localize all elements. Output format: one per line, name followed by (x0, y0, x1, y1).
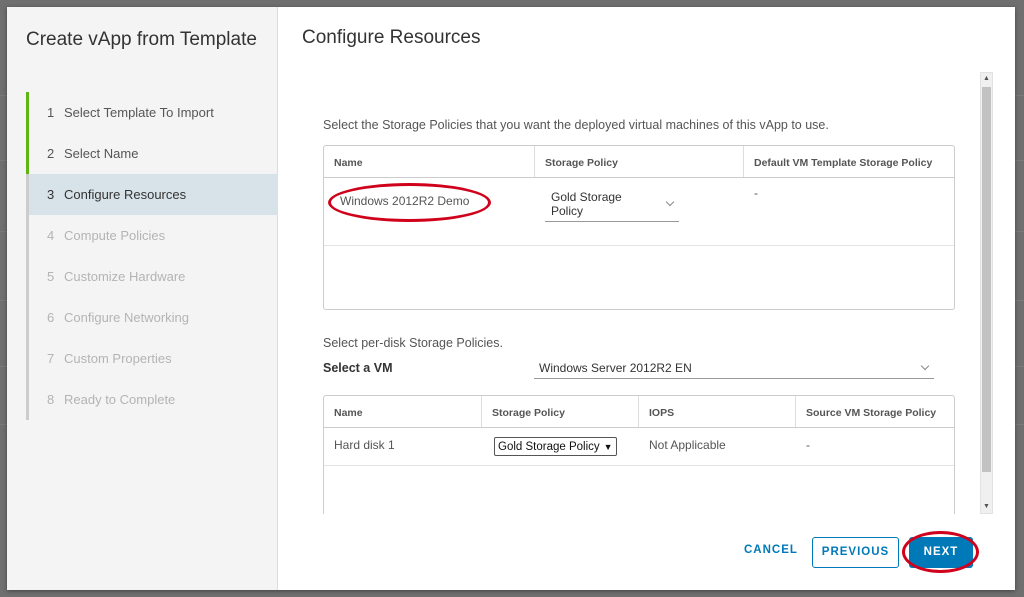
step-ready-to-complete: 8 Ready to Complete (26, 379, 278, 420)
step-label: Select Name (64, 146, 139, 161)
scrollbar-thumb[interactable] (982, 87, 991, 472)
step-compute-policies: 4 Compute Policies (26, 215, 278, 256)
step-number: 7 (47, 351, 55, 366)
step-select-template[interactable]: 1 Select Template To Import (26, 92, 278, 133)
disk-name-cell: Hard disk 1 (334, 438, 395, 452)
step-number: 8 (47, 392, 55, 407)
vm-policies-description: Select the Storage Policies that you wan… (323, 118, 829, 132)
disk-storage-policy-value: Gold Storage Policy (498, 440, 600, 453)
disk-storage-policy-select[interactable]: Gold Storage Policy ▼ (494, 437, 617, 456)
column-name[interactable]: Name (324, 396, 482, 427)
scroll-up-icon[interactable]: ▲ (981, 73, 992, 85)
wizard-steps: 1 Select Template To Import 2 Select Name … (26, 92, 278, 420)
annotation-circle-vm-name (328, 183, 491, 222)
step-label: Configure Resources (64, 187, 187, 202)
page-title: Configure Resources (302, 27, 481, 48)
select-vm-dropdown[interactable]: Windows Server 2012R2 EN (534, 359, 934, 379)
column-storage-policy[interactable]: Storage Policy (482, 396, 639, 427)
vm-storage-policy-select[interactable]: Gold Storage Policy (545, 188, 679, 222)
vm-storage-grid: Name Storage Policy Default VM Template … (323, 145, 955, 310)
column-storage-policy[interactable]: Storage Policy (535, 146, 744, 177)
column-name[interactable]: Name (324, 146, 535, 177)
content-scrollbar[interactable]: ▲ ▼ (980, 72, 993, 514)
column-source-policy[interactable]: Source VM Storage Policy (796, 396, 954, 427)
step-configure-resources[interactable]: 3 Configure Resources (26, 174, 278, 215)
wizard-main: Configure Resources Select the Storage P… (278, 7, 1015, 590)
default-policy-cell: - (754, 186, 758, 200)
iops-cell: Not Applicable (649, 438, 726, 452)
cancel-button[interactable]: CANCEL (744, 544, 798, 556)
table-row: Hard disk 1 Gold Storage Policy ▼ Not Ap… (324, 428, 954, 466)
vm-storage-policy-value: Gold Storage Policy (551, 190, 622, 218)
grid-header: Name Storage Policy Default VM Template … (324, 146, 954, 178)
step-label: Compute Policies (64, 228, 166, 243)
scroll-down-icon[interactable]: ▼ (981, 501, 992, 513)
disk-policies-description: Select per-disk Storage Policies. (323, 336, 503, 350)
step-custom-properties: 7 Custom Properties (26, 338, 278, 379)
step-number: 6 (47, 310, 55, 325)
step-customize-hardware: 5 Customize Hardware (26, 256, 278, 297)
step-label: Select Template To Import (64, 105, 214, 120)
step-number: 1 (47, 105, 55, 120)
grid-header: Name Storage Policy IOPS Source VM Stora… (324, 396, 954, 428)
select-vm-value: Windows Server 2012R2 EN (539, 361, 692, 375)
content-scroll-area[interactable]: Select the Storage Policies that you wan… (323, 72, 983, 514)
column-default-policy[interactable]: Default VM Template Storage Policy (744, 146, 954, 177)
step-label: Ready to Complete (64, 392, 176, 407)
chevron-down-icon (665, 197, 675, 207)
step-number: 2 (47, 146, 55, 161)
step-label: Configure Networking (64, 310, 190, 325)
wizard-dialog: Create vApp from Template 1 Select Templa… (7, 7, 1015, 590)
step-number: 5 (47, 269, 55, 284)
step-configure-networking: 6 Configure Networking (26, 297, 278, 338)
select-vm-label: Select a VM (323, 361, 393, 375)
disk-storage-grid: Name Storage Policy IOPS Source VM Stora… (323, 395, 955, 514)
chevron-down-icon: ▼ (603, 441, 613, 452)
source-policy-cell: - (806, 438, 810, 452)
column-iops[interactable]: IOPS (639, 396, 796, 427)
step-number: 4 (47, 228, 55, 243)
wizard-nav: Create vApp from Template 1 Select Templa… (7, 7, 278, 590)
annotation-circle-next (902, 531, 979, 573)
step-number: 3 (47, 187, 55, 202)
wizard-title: Create vApp from Template (26, 29, 257, 50)
step-label: Custom Properties (64, 351, 172, 366)
chevron-down-icon (920, 361, 930, 371)
step-label: Customize Hardware (64, 269, 186, 284)
step-select-name[interactable]: 2 Select Name (26, 133, 278, 174)
previous-button[interactable]: PREVIOUS (812, 537, 899, 568)
